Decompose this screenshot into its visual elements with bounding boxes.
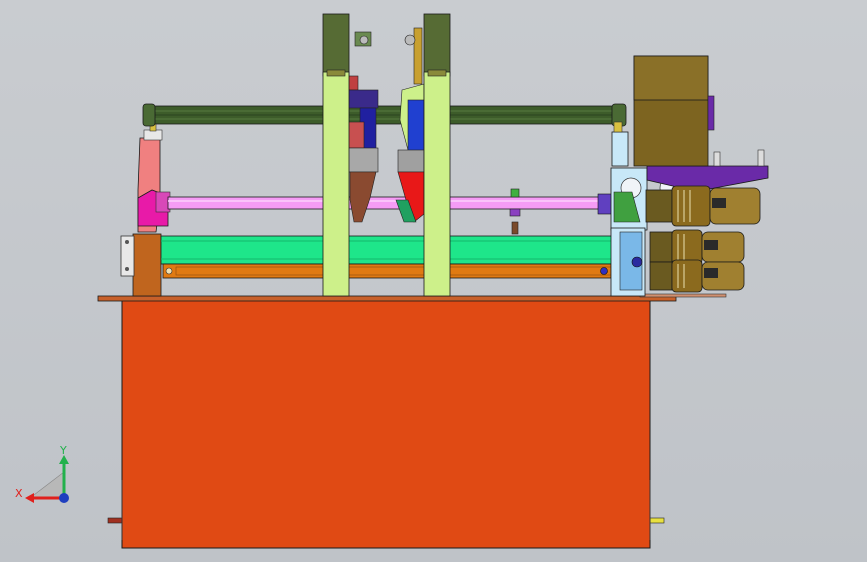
z-axis-dot <box>59 493 69 503</box>
guide-rod[interactable] <box>167 193 615 215</box>
y-axis-label: Y <box>59 444 67 457</box>
right-foot-tab <box>649 517 665 524</box>
green-rail[interactable] <box>160 235 614 265</box>
motor-box[interactable] <box>633 55 715 167</box>
lower-gear-motor[interactable] <box>649 259 745 293</box>
right-upright-column[interactable] <box>423 13 451 297</box>
axis-triad: Y X <box>15 444 69 503</box>
right-cutter-assembly[interactable] <box>395 27 425 223</box>
left-post[interactable] <box>132 233 162 297</box>
left-foot-tab <box>107 517 123 524</box>
left-column-cap <box>322 13 350 77</box>
right-column-cap <box>423 13 451 77</box>
left-cutter-assembly[interactable] <box>347 31 379 223</box>
triad-plane <box>29 471 65 499</box>
upper-gear-motor[interactable] <box>645 185 761 227</box>
cad-viewport[interactable]: Y X <box>0 0 867 562</box>
middle-gear-motor[interactable] <box>649 229 745 265</box>
top-shaft[interactable] <box>142 103 627 127</box>
right-ledge <box>639 293 727 298</box>
base-cabinet[interactable] <box>107 299 665 549</box>
center-stud <box>509 188 521 235</box>
top-plate[interactable] <box>97 295 677 302</box>
orange-beam[interactable] <box>162 263 612 279</box>
x-axis-label: X <box>15 487 23 500</box>
left-upright-column[interactable] <box>322 13 350 297</box>
